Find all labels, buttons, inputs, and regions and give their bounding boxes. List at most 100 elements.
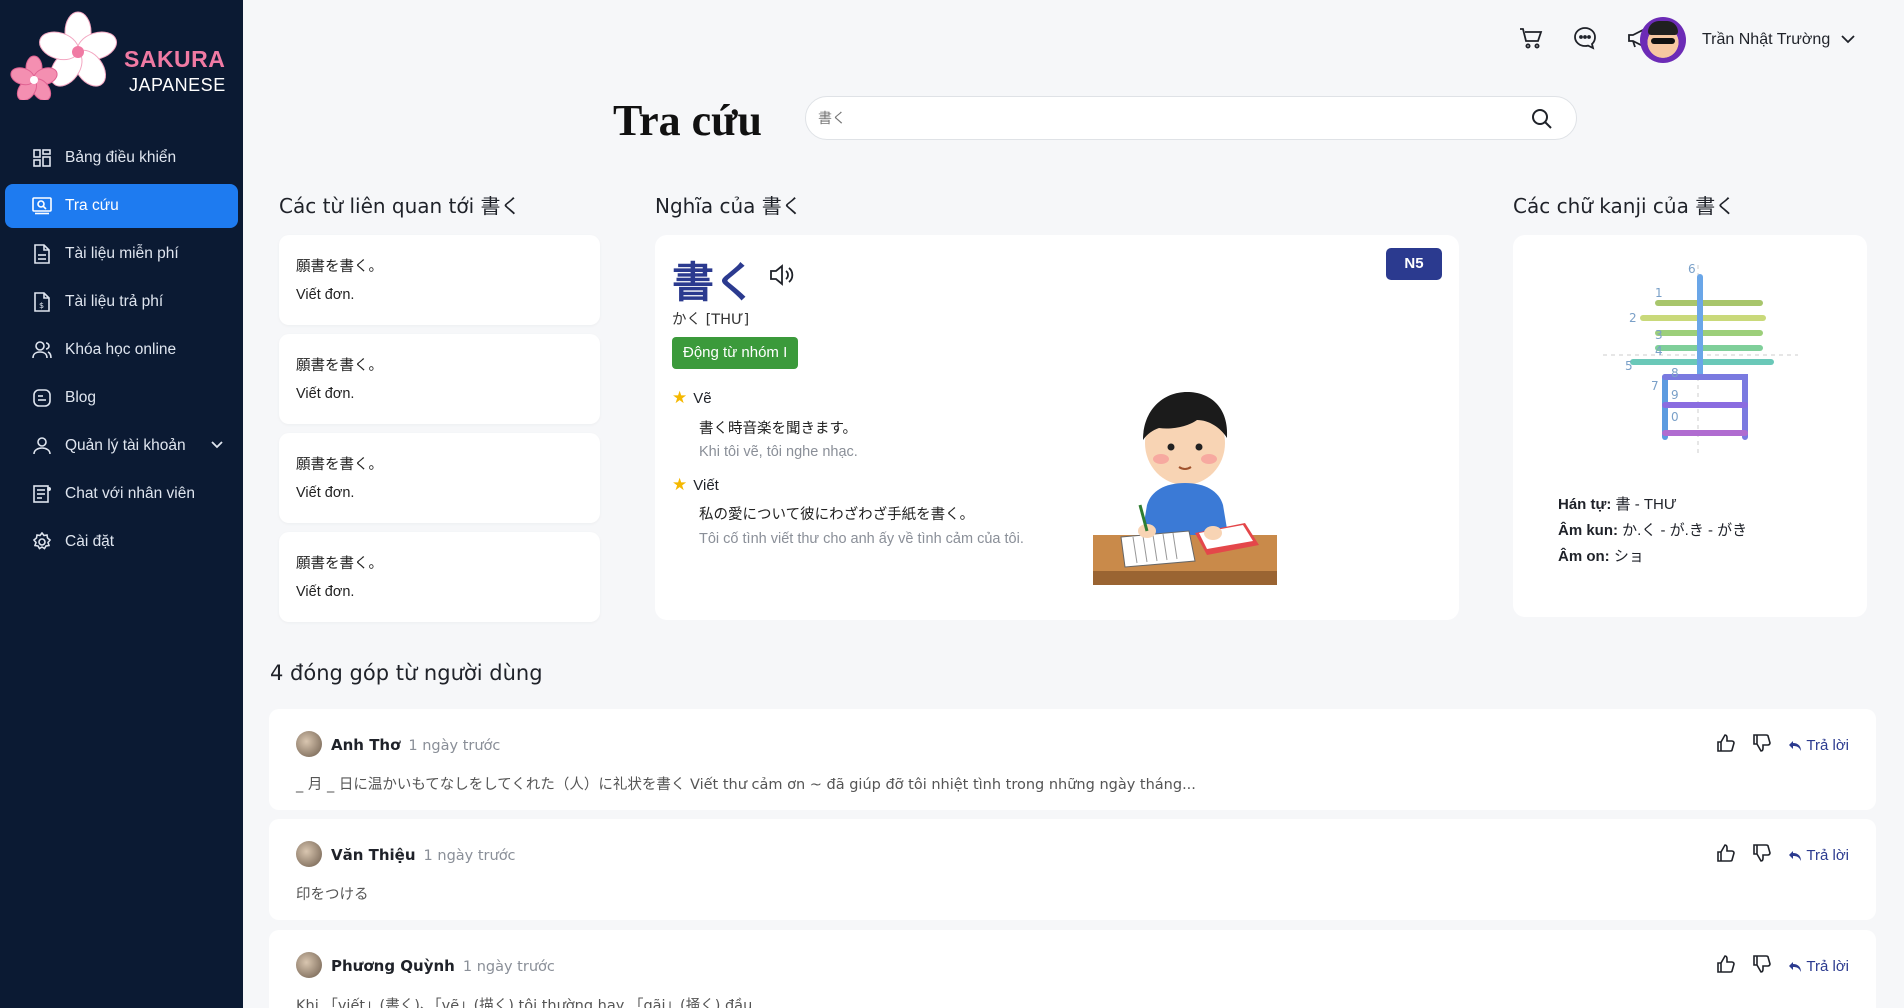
thumbs-up-icon[interactable] (1716, 954, 1736, 979)
reply-button[interactable]: Trả lời (1788, 958, 1849, 975)
user-name[interactable]: Trần Nhật Trường (1702, 31, 1830, 49)
related-word-card[interactable]: 願書を書く。 Viết đơn. (279, 334, 600, 424)
user-avatar[interactable] (1640, 17, 1686, 63)
boy-writing-illustration (1093, 392, 1277, 585)
stroke-number: 9 (1671, 388, 1679, 402)
sidebar-item-label: Blog (65, 389, 97, 406)
stroke-number: 1 (1655, 286, 1663, 300)
comment-author[interactable]: Văn Thiệu (331, 846, 416, 864)
gear-icon (31, 531, 53, 553)
sidebar-item-label: Tài liệu miễn phí (65, 245, 179, 262)
sense-example: 私の愛について彼にわざわざ手紙を書く。 (699, 507, 975, 523)
sense-translation: Khi tôi vẽ, tôi nghe nhạc. (699, 444, 858, 460)
reply-button[interactable]: Trả lời (1788, 737, 1849, 754)
jlpt-level-badge: N5 (1386, 248, 1442, 280)
stroke-number: 0 (1671, 410, 1679, 424)
thumbs-up-icon[interactable] (1716, 843, 1736, 868)
sidebar-item-lookup[interactable]: Tra cứu (5, 184, 238, 228)
stroke-number: 3 (1655, 328, 1663, 342)
comment-time: 1 ngày trước (423, 848, 516, 864)
comment-text: Khi 「viết」(書く)、「vẽ」(描く) tôi thường hay 「… (296, 998, 753, 1008)
stroke-number: 6 (1688, 262, 1696, 276)
sidebar-item-free-docs[interactable]: Tài liệu miễn phí (5, 232, 238, 276)
sidebar-item-label: Quản lý tài khoản (65, 437, 186, 454)
chevron-down-icon[interactable] (210, 437, 224, 455)
avatar[interactable] (296, 731, 322, 757)
message-icon[interactable] (1571, 24, 1599, 52)
sidebar-item-label: Tra cứu (65, 197, 119, 214)
related-word-card[interactable]: 願書を書く。 Viết đơn. (279, 532, 600, 622)
reading-text: かく [THƯ] (672, 312, 750, 328)
thumbs-up-icon[interactable] (1716, 733, 1736, 758)
comment-author[interactable]: Phương Quỳnh (331, 957, 455, 975)
star-icon: ★ (672, 475, 688, 494)
dashboard-icon (31, 147, 53, 169)
star-icon: ★ (672, 388, 688, 407)
chevron-down-icon[interactable] (1840, 32, 1856, 50)
sidebar-item-blog[interactable]: Blog (5, 376, 238, 420)
related-word-jp: 願書を書く。 (296, 457, 383, 473)
headword: 書く (672, 258, 757, 307)
stroke-number: 8 (1671, 366, 1679, 380)
sidebar-item-label: Tài liệu trả phí (65, 293, 164, 310)
sense-translation: Tôi cố tình viết thư cho anh ấy về tình … (699, 531, 1024, 547)
page-title: Tra cứu (613, 96, 763, 145)
cart-icon[interactable] (1517, 24, 1545, 52)
contributions-title: 4 đóng góp từ người dùng (270, 661, 543, 685)
sense-label: ★ Viết (672, 475, 719, 494)
comment-time: 1 ngày trước (462, 959, 555, 975)
stroke-number: 2 (1629, 311, 1637, 325)
speaker-icon[interactable] (769, 263, 795, 292)
sidebar: SAKURA JAPANESE Bảng điều khiển Tra cứu … (0, 0, 243, 1008)
search-bar (805, 96, 1577, 140)
kanji-title: Các chữ kanji của 書く (1513, 194, 1736, 218)
thumbs-down-icon[interactable] (1752, 843, 1772, 868)
sidebar-item-dashboard[interactable]: Bảng điều khiển (5, 136, 238, 180)
sidebar-item-online-course[interactable]: Khóa học online (5, 328, 238, 372)
reply-arrow-icon (1789, 740, 1802, 751)
sidebar-item-chat-staff[interactable]: Chat với nhân viên (5, 472, 238, 516)
comment-actions: Trả lời (1716, 843, 1849, 868)
svg-text:$: $ (39, 301, 44, 310)
comment-card: Văn Thiệu 1 ngày trước 印をつける Trả lời (269, 819, 1876, 920)
related-word-card[interactable]: 願書を書く。 Viết đơn. (279, 235, 600, 325)
comment-author[interactable]: Anh Thơ (331, 736, 400, 754)
related-word-card[interactable]: 願書を書く。 Viết đơn. (279, 433, 600, 523)
header-icons (1517, 24, 1653, 52)
sidebar-item-settings[interactable]: Cài đặt (5, 520, 238, 564)
kanji-card: 1 2 3 4 5 6 7 8 9 0 Hán tự: 書 - THƯ Âm k… (1513, 235, 1867, 617)
sidebar-item-paid-docs[interactable]: $ Tài liệu trả phí (5, 280, 238, 324)
kanji-on-reading: Âm on: ショ (1558, 548, 1644, 565)
reply-button[interactable]: Trả lời (1788, 847, 1849, 864)
avatar[interactable] (296, 841, 322, 867)
sakura-logo[interactable]: SAKURA JAPANESE (8, 10, 238, 110)
meaning-title: Nghĩa của 書く (655, 194, 802, 218)
sidebar-item-label: Chat với nhân viên (65, 485, 195, 502)
stroke-number: 7 (1651, 379, 1659, 393)
related-word-jp: 願書を書く。 (296, 259, 383, 275)
search-box-icon (31, 195, 53, 217)
reply-arrow-icon (1789, 961, 1802, 972)
thumbs-down-icon[interactable] (1752, 733, 1772, 758)
sidebar-item-label: Bảng điều khiển (65, 149, 177, 166)
avatar[interactable] (296, 952, 322, 978)
brand-subtitle: JAPANESE (129, 75, 226, 95)
comment-actions: Trả lời (1716, 954, 1849, 979)
comment-actions: Trả lời (1716, 733, 1849, 758)
stroke-number: 5 (1625, 359, 1633, 373)
related-word-vi: Viết đơn. (296, 485, 355, 501)
user-icon (31, 435, 53, 457)
sidebar-item-account[interactable]: Quản lý tài khoản (5, 424, 238, 468)
sakura-flower-icon (10, 11, 117, 100)
search-icon[interactable] (1530, 107, 1554, 136)
related-word-vi: Viết đơn. (296, 386, 355, 402)
meaning-card: 書く N5 かく [THƯ] Động từ nhóm I ★ Vẽ 書く時音楽… (655, 235, 1459, 620)
word-type-tag: Động từ nhóm I (672, 337, 799, 369)
kanji-stroke-order-diagram[interactable]: 1 2 3 4 5 6 7 8 9 0 (1593, 255, 1803, 455)
reply-arrow-icon (1789, 850, 1802, 861)
kanji-kun-reading: Âm kun: か.く - が.き - がき (1558, 522, 1748, 539)
related-word-jp: 願書を書く。 (296, 556, 383, 572)
related-words-title: Các từ liên quan tới 書く (279, 194, 521, 218)
thumbs-down-icon[interactable] (1752, 954, 1772, 979)
search-input[interactable] (818, 107, 1498, 131)
